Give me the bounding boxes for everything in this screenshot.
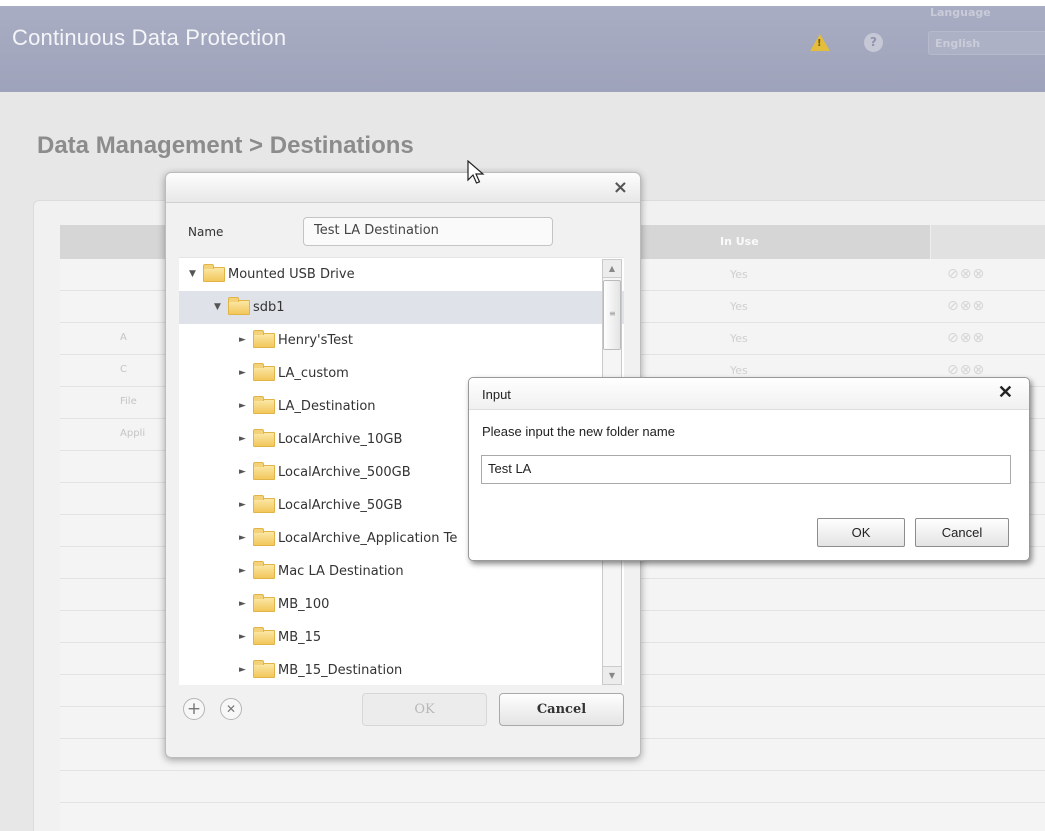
input-ok-button[interactable]: OK — [817, 518, 905, 547]
name-input[interactable]: Test LA Destination — [303, 217, 553, 246]
row-label: A — [120, 332, 127, 343]
collapsed-arrow-icon[interactable]: ► — [239, 456, 251, 489]
tree-item[interactable]: ► Henry'sTest — [179, 324, 624, 357]
tree-item-label: MB_100 — [278, 597, 330, 612]
input-dialog: Input ✕ Please input the new folder name… — [468, 377, 1030, 561]
folder-icon — [253, 462, 275, 480]
collapsed-arrow-icon[interactable]: ► — [239, 489, 251, 522]
row-action-icons[interactable]: ⊘⊗⊗ — [947, 298, 985, 314]
language-select[interactable]: English — [928, 31, 1045, 55]
row-in-use: Yes — [730, 300, 748, 313]
folder-icon — [253, 627, 275, 645]
add-folder-icon[interactable]: + — [183, 698, 205, 720]
tree-item-label: Mounted USB Drive — [228, 267, 355, 282]
expanded-arrow-icon[interactable]: ▼ — [214, 291, 226, 324]
expanded-arrow-icon[interactable]: ▼ — [189, 258, 201, 291]
language-label: Language — [930, 6, 991, 19]
folder-icon — [253, 594, 275, 612]
tree-item-label: LA_custom — [278, 366, 349, 381]
folder-name-input[interactable]: Test LA — [481, 455, 1011, 484]
collapsed-arrow-icon[interactable]: ► — [239, 423, 251, 456]
remove-folder-icon[interactable]: ✕ — [220, 698, 242, 720]
tree-item-label: Mac LA Destination — [278, 564, 404, 579]
dialog-titlebar: × — [166, 173, 640, 203]
folder-icon — [253, 363, 275, 381]
row-label: C — [120, 364, 127, 375]
scroll-down-icon[interactable]: ▼ — [603, 666, 621, 684]
tree-item[interactable]: ▼ Mounted USB Drive — [179, 258, 624, 291]
tree-item-label: LocalArchive_50GB — [278, 498, 403, 513]
folder-icon — [253, 561, 275, 579]
warning-icon[interactable]: ! — [810, 34, 830, 51]
folder-icon — [228, 297, 250, 315]
column-in-use: In Use — [720, 235, 759, 248]
tree-item[interactable]: ► MB_100 — [179, 588, 624, 621]
row-action-icons[interactable]: ⊘⊗⊗ — [947, 362, 985, 378]
tree-item-label: LocalArchive_10GB — [278, 432, 403, 447]
ok-button[interactable]: OK — [362, 693, 487, 726]
input-prompt: Please input the new folder name — [482, 424, 675, 439]
tree-item-label: LA_Destination — [278, 399, 376, 414]
collapsed-arrow-icon[interactable]: ► — [239, 357, 251, 390]
tree-item-label: LocalArchive_Application Te — [278, 531, 458, 546]
tree-item-label: sdb1 — [253, 300, 285, 315]
close-icon[interactable]: ✕ — [998, 382, 1013, 403]
tree-item-label: MB_15 — [278, 630, 322, 645]
collapsed-arrow-icon[interactable]: ► — [239, 555, 251, 588]
collapsed-arrow-icon[interactable]: ► — [239, 522, 251, 555]
row-action-icons[interactable]: ⊘⊗⊗ — [947, 266, 985, 282]
collapsed-arrow-icon[interactable]: ► — [239, 588, 251, 621]
scroll-thumb[interactable]: ≡ — [603, 280, 621, 350]
tree-item[interactable]: ▼ sdb1 — [179, 291, 624, 324]
collapsed-arrow-icon[interactable]: ► — [239, 621, 251, 654]
page-title: Data Management > Destinations — [37, 132, 414, 159]
close-icon[interactable]: × — [613, 177, 628, 198]
input-dialog-title: Input — [482, 387, 511, 402]
folder-icon — [253, 429, 275, 447]
row-in-use: Yes — [730, 268, 748, 281]
folder-icon — [253, 396, 275, 414]
folder-icon — [253, 528, 275, 546]
collapsed-arrow-icon[interactable]: ► — [239, 324, 251, 357]
folder-icon — [253, 495, 275, 513]
row-in-use: Yes — [730, 332, 748, 345]
tree-item-label: Henry'sTest — [278, 333, 353, 348]
cancel-button[interactable]: Cancel — [499, 693, 624, 726]
tree-item-label: LocalArchive_500GB — [278, 465, 411, 480]
help-icon[interactable]: ? — [864, 33, 883, 52]
tree-item-label: MB_15_Destination — [278, 663, 403, 678]
table-row — [60, 771, 1045, 803]
folder-icon — [203, 264, 225, 282]
name-label: Name — [188, 225, 224, 239]
row-action-icons[interactable]: ⊘⊗⊗ — [947, 330, 985, 346]
collapsed-arrow-icon[interactable]: ► — [239, 654, 251, 685]
collapsed-arrow-icon[interactable]: ► — [239, 390, 251, 423]
input-cancel-button[interactable]: Cancel — [915, 518, 1009, 547]
tree-item[interactable]: ► MB_15 — [179, 621, 624, 654]
row-label: File — [120, 396, 137, 407]
app-title: Continuous Data Protection — [12, 25, 287, 50]
table-row — [60, 803, 1045, 831]
folder-icon — [253, 660, 275, 678]
input-titlebar: Input ✕ — [469, 378, 1029, 410]
row-in-use: Yes — [730, 364, 748, 377]
scroll-up-icon[interactable]: ▲ — [603, 260, 621, 278]
column-actions — [930, 225, 1045, 259]
folder-icon — [253, 330, 275, 348]
mouse-cursor-icon — [467, 160, 485, 184]
tree-item[interactable]: ► MB_15_Destination — [179, 654, 624, 685]
row-label: Appli — [120, 428, 146, 439]
top-bar: Continuous Data Protection ! ? Language … — [0, 0, 1045, 92]
